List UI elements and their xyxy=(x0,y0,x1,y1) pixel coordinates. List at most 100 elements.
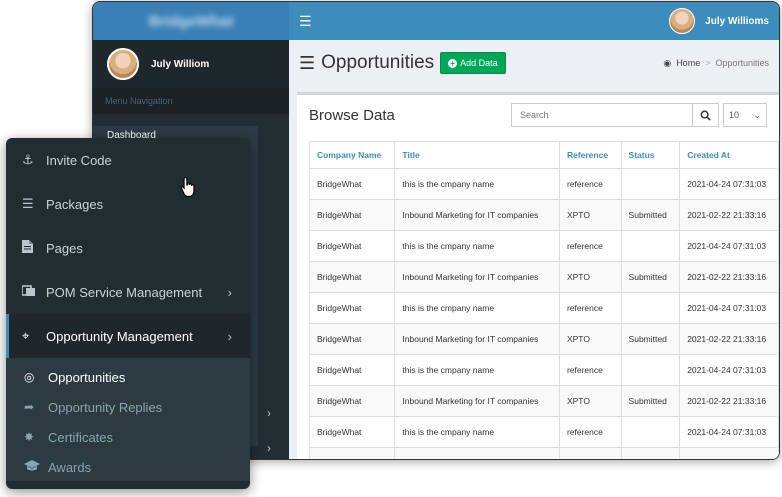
table-row[interactable]: BridgeWhatInbound Marketing for IT compa… xyxy=(308,261,779,293)
hand-cursor-icon xyxy=(180,176,195,197)
certificate-icon: ✸ xyxy=(24,430,35,444)
column-header[interactable]: Title xyxy=(394,141,560,169)
avatar xyxy=(669,8,696,34)
sidebar-item-label: Invite Code xyxy=(46,152,112,168)
table-cell: this is the cmpany name xyxy=(394,354,560,386)
table-cell: 2021-04-24 07:31:03 xyxy=(679,416,779,448)
table-cell: XPTO xyxy=(558,261,622,293)
sidebar-item-pages[interactable]: Pages xyxy=(6,226,250,270)
table-cell: Submitted xyxy=(620,385,681,417)
column-header[interactable]: Created At xyxy=(679,141,779,169)
hamburger-icon[interactable]: ☰ xyxy=(299,13,312,30)
submenu-item-label: Awards xyxy=(48,459,92,475)
table-cell xyxy=(620,168,681,200)
per-page-select[interactable]: 10 ⌄ xyxy=(723,103,767,127)
table-cell: Submitted xyxy=(620,447,681,459)
sidebar-item-pom-service-management[interactable]: POM Service Management › xyxy=(6,270,250,314)
user-menu[interactable]: July Willioms xyxy=(669,8,769,34)
table-cell: Submitted xyxy=(620,261,681,293)
submenu-item-opportunity-replies[interactable]: ➦ Opportunity Replies xyxy=(6,392,250,422)
table-row[interactable]: BridgeWhat this is the cmpany name referen… xyxy=(308,230,779,262)
table-cell xyxy=(620,354,681,386)
table-cell: XPTO xyxy=(558,447,622,459)
reply-icon: ➦ xyxy=(24,400,35,414)
breadcrumb-home[interactable]: Home xyxy=(676,58,700,68)
file-icon xyxy=(22,240,46,256)
chevron-right-icon[interactable]: › xyxy=(267,406,271,420)
table-row[interactable]: BridgeWhatInbound Marketing for IT compa… xyxy=(308,323,779,355)
graduation-cap-icon xyxy=(24,459,48,475)
table-cell: Inbound Marketing for IT companies xyxy=(394,385,560,417)
target-icon: ◎ xyxy=(24,370,35,384)
submenu-item-certificates[interactable]: ✸ Certificates xyxy=(6,422,250,452)
table-row[interactable]: BridgeWhatInbound Marketing for IT compa… xyxy=(308,199,779,231)
chevron-right-icon[interactable]: › xyxy=(267,441,271,455)
dashboard-icon: ◉ xyxy=(663,57,672,68)
table-cell: Inbound Marketing for IT companies xyxy=(394,261,560,293)
crosshair-icon: ⌖ xyxy=(22,328,30,343)
table-row[interactable]: BridgeWhat this is the cmpany name referen… xyxy=(308,168,779,200)
sidebar-item-label: Pages xyxy=(46,240,83,256)
table-row[interactable]: BridgeWhat this is the cmpany name referen… xyxy=(308,354,779,386)
sidebar-item-invite-code[interactable]: ⚓ Invite Code xyxy=(6,138,250,182)
table-cell: BridgeWhat xyxy=(308,416,396,448)
table-cell xyxy=(620,292,681,324)
chevron-right-icon: › xyxy=(227,284,232,300)
list-icon: ☰ xyxy=(22,196,34,211)
box-header: Browse Data 10 ⌄ xyxy=(297,95,779,135)
table-cell: 2021-02-22 21:33:16 xyxy=(679,385,779,417)
avatar xyxy=(107,48,139,80)
sidebar-item-packages[interactable]: ☰ Packages xyxy=(6,182,250,226)
anchor-icon: ⚓ xyxy=(22,152,34,167)
menu-navigation-label: Menu Navigation xyxy=(93,88,289,114)
chevron-down-icon: ⌄ xyxy=(753,109,761,120)
table-cell: reference xyxy=(558,168,622,200)
brand-logo[interactable]: BridgeWhat xyxy=(149,13,233,30)
user-name: July Willioms xyxy=(705,15,769,27)
brand-bar: BridgeWhat xyxy=(93,2,289,40)
opportunities-table: Company Name Title Reference Status Crea… xyxy=(308,141,779,459)
table-cell: Inbound Marketing for IT companies xyxy=(394,323,560,355)
add-data-button[interactable]: + Add Data xyxy=(440,52,506,74)
column-header[interactable]: Status xyxy=(620,141,681,169)
table-cell: BridgeWhat xyxy=(308,199,396,231)
table-cell: BridgeWhat xyxy=(308,230,396,262)
sidebar-menu-popup: ⚓ Invite Code ☰ Packages Pages POM Servi… xyxy=(6,138,250,489)
table-cell: this is the cmpany name xyxy=(394,230,560,262)
table-cell: Inbound Marketing for IT companies xyxy=(394,447,560,459)
submenu-item-opportunities[interactable]: ◎ Opportunities xyxy=(6,362,250,392)
table-cell: 2021-04-24 07:31:03 xyxy=(679,168,779,200)
table-cell: this is the cmpany name xyxy=(394,292,560,324)
table-cell: XPTO xyxy=(558,323,622,355)
data-box: Browse Data 10 ⌄ xyxy=(297,92,779,459)
table-header-row: Company Name Title Reference Status Crea… xyxy=(308,141,779,169)
table-row[interactable]: BridgeWhatInbound Marketing for IT compa… xyxy=(308,447,779,459)
table-cell: Submitted xyxy=(620,199,681,231)
top-navbar: ☰ July Willioms xyxy=(289,2,779,40)
table-cell: reference xyxy=(558,354,622,386)
breadcrumb: ◉ Home > Opportunities xyxy=(663,58,769,69)
table-cell: reference xyxy=(558,416,622,448)
box-title: Browse Data xyxy=(309,106,395,124)
column-header[interactable]: Company Name xyxy=(308,141,396,169)
page-title-text: Opportunities xyxy=(321,52,435,73)
search-icon xyxy=(700,110,711,121)
table-cell: 2021-04-24 07:31:03 xyxy=(679,292,779,324)
search-group: 10 ⌄ xyxy=(511,103,767,127)
table-row[interactable]: BridgeWhat this is the cmpany name referen… xyxy=(308,292,779,324)
sidebar-item-opportunity-management[interactable]: ⌖ Opportunity Management › xyxy=(6,314,250,358)
table-row[interactable]: BridgeWhatInbound Marketing for IT compa… xyxy=(308,385,779,417)
table-cell xyxy=(620,230,681,262)
table-cell: 2021-02-22 21:33:16 xyxy=(679,323,779,355)
sidebar-user-name: July Williom xyxy=(151,58,210,70)
table-cell: BridgeWhat xyxy=(308,447,396,459)
add-data-label: Add Data xyxy=(460,58,498,68)
search-input[interactable] xyxy=(511,103,693,127)
search-button[interactable] xyxy=(693,103,719,127)
submenu-item-awards[interactable]: Awards xyxy=(6,452,250,482)
plus-circle-icon: + xyxy=(448,58,458,68)
table-cell: Submitted xyxy=(620,323,681,355)
table-row[interactable]: BridgeWhat this is the cmpany name referen… xyxy=(308,416,779,448)
column-header[interactable]: Reference xyxy=(558,141,622,169)
table-cell: 2021-04-24 07:31:03 xyxy=(679,354,779,386)
